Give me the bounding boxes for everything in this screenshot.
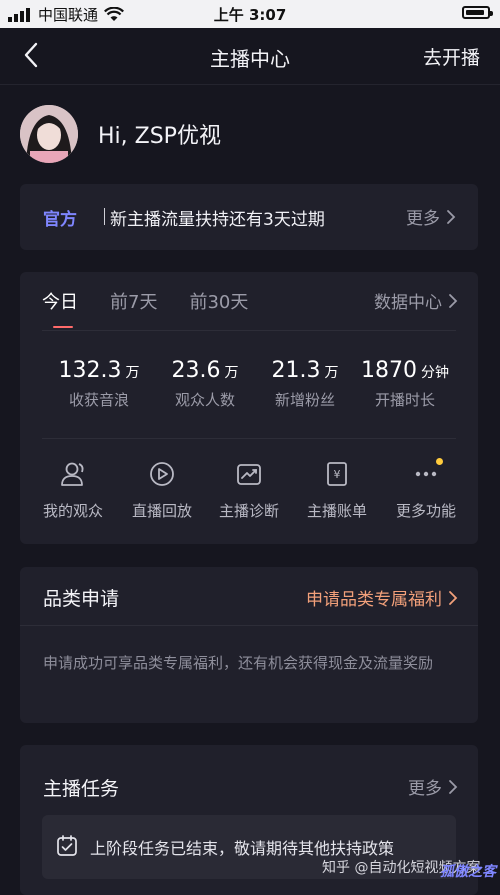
status-bar: 中国联通 上午 3:07 [0, 0, 500, 28]
tasks-more-label: 更多 [408, 779, 442, 799]
notice-more-label: 更多 [406, 209, 440, 229]
replay-icon [150, 462, 174, 486]
go-live-button[interactable]: 去开播 [423, 43, 480, 70]
notice-separator [104, 208, 105, 225]
more-dots-icon [415, 471, 437, 477]
nav-divider [0, 84, 500, 85]
metric-label: 开播时长 [374, 391, 435, 409]
shortcuts-divider [42, 438, 456, 439]
shortcut-label: 我的观众 [42, 502, 103, 520]
metric-live-duration[interactable]: 1870 分钟 开播时长 [350, 358, 460, 410]
shortcut-label: 主播诊断 [218, 502, 279, 520]
category-description: 申请成功可享品类专属福利，还有机会获得现金及流量奖励 [43, 654, 434, 672]
shortcut-label: 更多功能 [395, 502, 456, 520]
period-tabs: 今日 前7天 前30天 [42, 288, 248, 314]
metric-new-fans[interactable]: 21.3 万 新增粉丝 [250, 358, 360, 410]
svg-text:¥: ¥ [334, 468, 341, 481]
status-time: 上午 3:07 [213, 6, 287, 24]
shortcut-label: 主播账单 [306, 502, 367, 520]
active-tab-indicator [53, 326, 73, 328]
tasks-more-link[interactable]: 更多 [408, 774, 458, 799]
corner-watermark-logo: 孤傲之客 [440, 864, 496, 880]
official-tag: 官方 [43, 210, 77, 230]
shortcut-bill[interactable]: ¥ 主播账单 [292, 460, 382, 521]
metric-label: 收获音浪 [68, 391, 129, 409]
metric-unit: 万 [324, 365, 339, 381]
metric-unit: 万 [224, 365, 239, 381]
notice-more-link[interactable]: 更多 [406, 204, 456, 229]
chevron-right-icon [449, 293, 458, 308]
category-title: 品类申请 [43, 588, 120, 610]
metric-value: 132.3 [58, 358, 122, 383]
data-center-label: 数据中心 [374, 293, 442, 313]
metric-unit: 分钟 [421, 365, 449, 381]
chevron-right-icon [447, 209, 456, 224]
official-notice-card[interactable]: 官方 新主播流量扶持还有3天过期 更多 [20, 184, 478, 250]
category-application-card: 品类申请 申请品类专属福利 申请成功可享品类专属福利，还有机会获得现金及流量奖励 [20, 567, 478, 723]
chevron-right-icon [449, 590, 458, 605]
metric-label: 新增粉丝 [274, 391, 335, 409]
shortcut-label: 直播回放 [131, 502, 192, 520]
profile-row: Hi, ZSP优视 [20, 104, 221, 164]
nav-bar: 主播中心 去开播 [0, 28, 500, 84]
category-link-label: 申请品类专属福利 [306, 590, 442, 610]
metric-value: 21.3 [271, 358, 321, 383]
shortcut-diagnosis[interactable]: 主播诊断 [204, 460, 294, 521]
tab-7-days[interactable]: 前7天 [110, 288, 157, 314]
metric-label: 观众人数 [174, 391, 235, 409]
metric-unit: 万 [125, 365, 140, 381]
data-center-link[interactable]: 数据中心 [374, 288, 458, 313]
tabs-divider [42, 330, 456, 331]
notification-dot [436, 458, 443, 465]
avatar[interactable] [20, 105, 78, 163]
category-benefit-link[interactable]: 申请品类专属福利 [306, 585, 458, 610]
category-header: 品类申请 申请品类专属福利 [20, 567, 478, 626]
tasks-title: 主播任务 [43, 778, 120, 800]
greeting-text: Hi, ZSP优视 [98, 124, 221, 149]
metric-viewers[interactable]: 23.6 万 观众人数 [150, 358, 260, 410]
metric-sound-waves[interactable]: 132.3 万 收获音浪 [44, 358, 154, 410]
battery-icon [462, 6, 493, 19]
notice-text: 新主播流量扶持还有3天过期 [110, 210, 325, 230]
stats-card: 今日 前7天 前30天 数据中心 132.3 万 收获音浪 23.6 万 观众人数 … [20, 272, 478, 544]
metric-value: 23.6 [171, 358, 221, 383]
tab-30-days[interactable]: 前30天 [189, 288, 248, 314]
shortcut-live-replay[interactable]: 直播回放 [117, 460, 207, 521]
calendar-check-icon [57, 835, 77, 856]
tab-today[interactable]: 今日 [42, 288, 78, 314]
diagnosis-icon [237, 464, 261, 485]
metric-value: 1870 [361, 358, 417, 383]
audience-icon [61, 462, 84, 486]
shortcut-my-audience[interactable]: 我的观众 [28, 460, 118, 521]
chevron-right-icon [449, 779, 458, 794]
shortcut-more-features[interactable]: 更多功能 [381, 458, 471, 521]
bill-icon: ¥ [327, 462, 347, 486]
task-status-text: 上阶段任务已结束，敬请期待其他扶持政策 [90, 839, 395, 858]
